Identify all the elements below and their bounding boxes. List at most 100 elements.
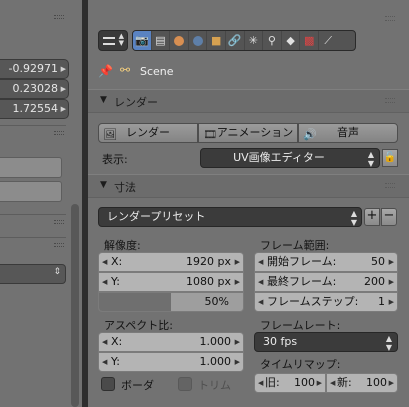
start-frame-value: 50 <box>371 255 385 268</box>
increment-arrow-icon[interactable]: ▶ <box>317 374 322 392</box>
resolution-x-value: 1920 px <box>186 255 231 268</box>
decrement-arrow-icon[interactable]: ◀ <box>258 293 263 311</box>
divider <box>0 125 66 126</box>
border-checkbox[interactable] <box>101 377 115 391</box>
physics-icon: ⟋ <box>324 33 333 47</box>
panel-grip[interactable] <box>54 15 64 19</box>
render-layers-icon: ▤ <box>155 34 166 47</box>
remove-preset-button[interactable]: − <box>381 208 397 226</box>
decrement-arrow-icon[interactable]: ◀ <box>102 273 107 291</box>
dropdown-arrows-icon: ▲ ▼ <box>118 32 124 47</box>
increment-arrow-icon[interactable]: ▶ <box>61 60 66 78</box>
panel-grip[interactable] <box>54 131 64 135</box>
start-frame-field[interactable]: ◀ 開始フレーム: 50 ▶ <box>254 252 398 272</box>
tab-render-layers[interactable]: ▤ <box>152 31 171 50</box>
time-remap-new-value: 100 <box>366 376 387 389</box>
increment-arrow-icon[interactable]: ▶ <box>61 100 66 118</box>
decrement-arrow-icon[interactable]: ◀ <box>258 374 263 392</box>
panel-grip[interactable] <box>385 98 395 103</box>
location-x-field[interactable]: -0.92971 ▶ <box>0 59 69 79</box>
decrement-arrow-icon[interactable]: ◀ <box>102 333 107 351</box>
crop-label: トリム <box>198 379 231 392</box>
resolution-percentage-slider[interactable]: 50% <box>98 292 244 312</box>
dropdown-arrows-icon: ▲ ▼ <box>350 209 357 227</box>
tab-scene[interactable] <box>170 31 189 50</box>
left-properties-panel: -0.92971 ▶ 0.23028 ▶ 1.72554 ▶ ⇕ <box>0 0 82 407</box>
render-audio-button[interactable]: 🔊 音声 <box>298 123 398 143</box>
tab-material[interactable]: ◆ <box>282 31 301 50</box>
scrollbar[interactable] <box>71 204 79 407</box>
increment-arrow-icon[interactable]: ▶ <box>235 253 240 271</box>
frame-rate-select[interactable]: 30 fps ▲ ▼ <box>254 332 398 352</box>
increment-arrow-icon[interactable]: ▶ <box>235 273 240 291</box>
tab-physics[interactable]: ⟋ <box>319 31 338 50</box>
increment-arrow-icon[interactable]: ▶ <box>389 374 394 392</box>
plus-icon: + <box>366 208 378 223</box>
text-field[interactable] <box>0 181 62 202</box>
dimensions-panel-header[interactable]: ▼ 寸法 <box>88 174 409 198</box>
panel-grip[interactable] <box>385 183 395 188</box>
time-remap-old-label: 旧: <box>265 376 280 389</box>
render-still-label: レンダー <box>126 126 170 139</box>
time-remap-old-field[interactable]: ◀ 旧: 100 ▶ <box>254 373 326 393</box>
time-remap-new-field[interactable]: ◀ 新: 100 ▶ <box>326 373 398 393</box>
increment-arrow-icon[interactable]: ▶ <box>61 80 66 98</box>
increment-arrow-icon[interactable]: ▶ <box>235 353 240 371</box>
constraint-link-icon: 🔗 <box>227 34 242 47</box>
aspect-y-field[interactable]: ◀ Y: 1.000 ▶ <box>98 352 244 372</box>
tab-world[interactable] <box>189 31 208 50</box>
pin-icon[interactable]: 📌 <box>98 64 113 78</box>
decrement-arrow-icon[interactable]: ◀ <box>102 253 107 271</box>
end-frame-field[interactable]: ◀ 最終フレーム: 200 ▶ <box>254 272 398 292</box>
location-z-field[interactable]: 1.72554 ▶ <box>0 99 69 119</box>
aspect-y-value: 1.000 <box>199 355 232 368</box>
render-still-button[interactable]: 🖼 レンダー <box>98 123 198 143</box>
decrement-arrow-icon[interactable]: ◀ <box>102 353 107 371</box>
lock-interface-button[interactable]: 🔓 <box>382 149 398 167</box>
resolution-percentage-value: 50% <box>204 295 229 308</box>
decrement-arrow-icon[interactable]: ◀ <box>330 374 335 392</box>
add-preset-button[interactable]: + <box>364 208 380 226</box>
tab-constraints[interactable]: 🔗 <box>226 31 245 50</box>
dropdown-arrows-icon: ▲ ▼ <box>385 334 392 352</box>
tab-modifiers[interactable]: ✳ <box>245 31 264 50</box>
editor-type-selector[interactable]: ▲ ▼ <box>98 30 128 51</box>
resolution-y-value: 1080 px <box>186 275 231 288</box>
decrement-arrow-icon[interactable]: ◀ <box>258 253 263 271</box>
time-remap-new-label: 新: <box>337 376 352 389</box>
location-y-value: 0.23028 <box>12 82 59 95</box>
render-preset-select[interactable]: レンダープリセット ▲ ▼ <box>98 207 362 227</box>
frame-step-field[interactable]: ◀ フレームステップ: 1 ▶ <box>254 292 398 312</box>
aspect-x-field[interactable]: ◀ X: 1.000 ▶ <box>98 332 244 352</box>
display-select[interactable]: UV画像エディター ▲ ▼ <box>200 148 380 168</box>
dropdown-select[interactable]: ⇕ <box>0 264 66 284</box>
aspect-ratio-label: アスペクト比: <box>104 319 173 332</box>
speaker-icon: 🔊 <box>303 128 317 141</box>
location-x-value: -0.92971 <box>8 62 58 75</box>
text-field[interactable] <box>0 157 62 178</box>
resolution-y-field[interactable]: ◀ Y: 1080 px ▶ <box>98 272 244 292</box>
collapse-triangle-icon: ▼ <box>100 95 107 105</box>
tab-object[interactable]: ■ <box>207 31 226 50</box>
increment-arrow-icon[interactable]: ▶ <box>235 333 240 351</box>
location-y-field[interactable]: 0.23028 ▶ <box>0 79 69 99</box>
crop-checkbox[interactable] <box>178 377 192 391</box>
render-panel-header[interactable]: ▼ レンダー <box>88 89 409 113</box>
increment-arrow-icon[interactable]: ▶ <box>389 253 394 271</box>
decrement-arrow-icon[interactable]: ◀ <box>258 273 263 291</box>
tab-texture[interactable]: ▩ <box>300 31 319 50</box>
resolution-x-field[interactable]: ◀ X: 1920 px ▶ <box>98 252 244 272</box>
render-audio-label: 音声 <box>337 126 359 139</box>
panel-grip[interactable] <box>54 243 64 247</box>
frame-rate-label: フレームレート: <box>260 319 341 332</box>
tab-render[interactable]: 📷 <box>133 31 152 50</box>
tab-data[interactable]: ⚲ <box>263 31 282 50</box>
panel-grip[interactable] <box>385 16 395 21</box>
aspect-y-label: Y: <box>111 355 120 368</box>
increment-arrow-icon[interactable]: ▶ <box>389 273 394 291</box>
frame-step-label: フレームステップ: <box>267 295 359 308</box>
properties-icon <box>103 37 115 45</box>
increment-arrow-icon[interactable]: ▶ <box>389 293 394 311</box>
render-animation-button[interactable]: 🎞 アニメーション <box>198 123 298 143</box>
panel-grip[interactable] <box>54 220 64 224</box>
